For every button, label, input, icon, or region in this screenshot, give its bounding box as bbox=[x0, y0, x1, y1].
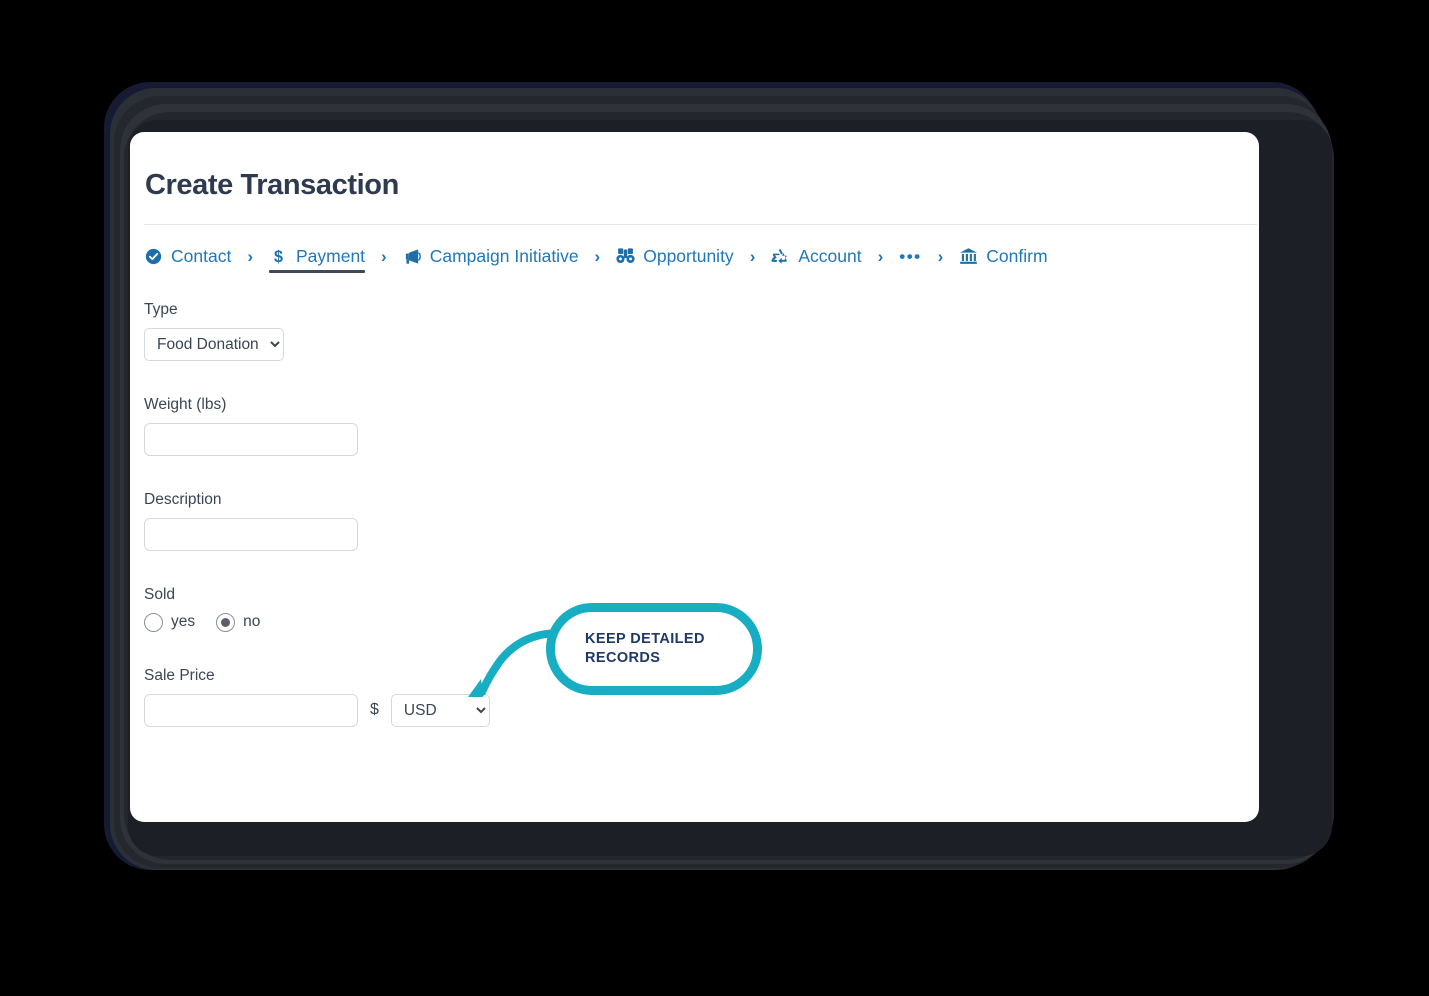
description-label: Description bbox=[144, 490, 222, 508]
step-confirm[interactable]: Confirm bbox=[959, 245, 1048, 273]
field-type: Type Food Donation bbox=[144, 301, 1259, 361]
step-confirm-label: Confirm bbox=[986, 245, 1048, 266]
step-separator: › bbox=[877, 246, 884, 266]
field-description: Description bbox=[144, 491, 1259, 551]
ellipsis-icon[interactable]: ••• bbox=[899, 248, 921, 272]
sale-price-row: $ USD bbox=[144, 693, 1259, 727]
field-weight: Weight (lbs) bbox=[144, 396, 1259, 456]
sold-radio-no[interactable]: no bbox=[216, 612, 261, 632]
svg-text:$: $ bbox=[274, 248, 283, 266]
megaphone-icon bbox=[403, 247, 422, 266]
sale-price-label: Sale Price bbox=[144, 666, 215, 684]
weight-input[interactable] bbox=[144, 422, 358, 456]
step-account[interactable]: Account bbox=[771, 245, 862, 273]
stepper-nav: Contact › $ Payment › Campaign Initiativ… bbox=[130, 225, 1259, 273]
step-payment-label: Payment bbox=[295, 245, 366, 266]
app-window: Create Transaction Contact › $ Payment › bbox=[130, 132, 1259, 822]
radio-circle-icon bbox=[144, 612, 163, 632]
recycle-icon bbox=[771, 247, 790, 266]
step-opportunity-label: Opportunity bbox=[643, 245, 734, 266]
step-contact-label: Contact bbox=[171, 245, 232, 266]
step-payment[interactable]: $ Payment bbox=[268, 245, 366, 273]
step-separator: › bbox=[937, 246, 944, 266]
currency-select[interactable]: USD bbox=[390, 693, 490, 727]
step-opportunity[interactable]: Opportunity bbox=[616, 245, 734, 273]
type-select[interactable]: Food Donation bbox=[144, 327, 284, 361]
bank-icon bbox=[959, 247, 978, 266]
sale-price-input[interactable] bbox=[144, 693, 358, 727]
step-contact[interactable]: Contact bbox=[144, 247, 231, 273]
step-campaign-initiative-label: Campaign Initiative bbox=[429, 245, 579, 266]
sold-radio-yes[interactable]: yes bbox=[144, 612, 196, 632]
field-sold: Sold yes no bbox=[144, 586, 1259, 632]
field-sale-price: Sale Price $ USD bbox=[144, 667, 1259, 727]
step-separator: › bbox=[247, 246, 253, 266]
page-title: Create Transaction bbox=[145, 169, 399, 201]
step-campaign-initiative[interactable]: Campaign Initiative bbox=[403, 247, 579, 273]
step-separator: › bbox=[594, 246, 601, 266]
dollar-icon: $ bbox=[269, 247, 288, 266]
step-separator: › bbox=[749, 246, 756, 266]
check-circle-icon bbox=[144, 247, 163, 266]
sold-radio-no-label: no bbox=[243, 613, 261, 631]
sold-radio-group: yes no bbox=[144, 612, 1259, 632]
currency-symbol: $ bbox=[370, 701, 379, 719]
binoculars-icon bbox=[616, 247, 635, 266]
sold-radio-yes-label: yes bbox=[171, 613, 196, 631]
transaction-form: Type Food Donation Weight (lbs) Descript… bbox=[130, 273, 1259, 727]
description-input[interactable] bbox=[144, 517, 358, 551]
step-separator: › bbox=[381, 246, 387, 266]
radio-circle-filled-icon bbox=[216, 612, 236, 632]
step-account-label: Account bbox=[798, 245, 862, 266]
weight-label: Weight (lbs) bbox=[144, 395, 227, 413]
type-label: Type bbox=[144, 300, 178, 318]
sold-label: Sold bbox=[144, 585, 176, 603]
